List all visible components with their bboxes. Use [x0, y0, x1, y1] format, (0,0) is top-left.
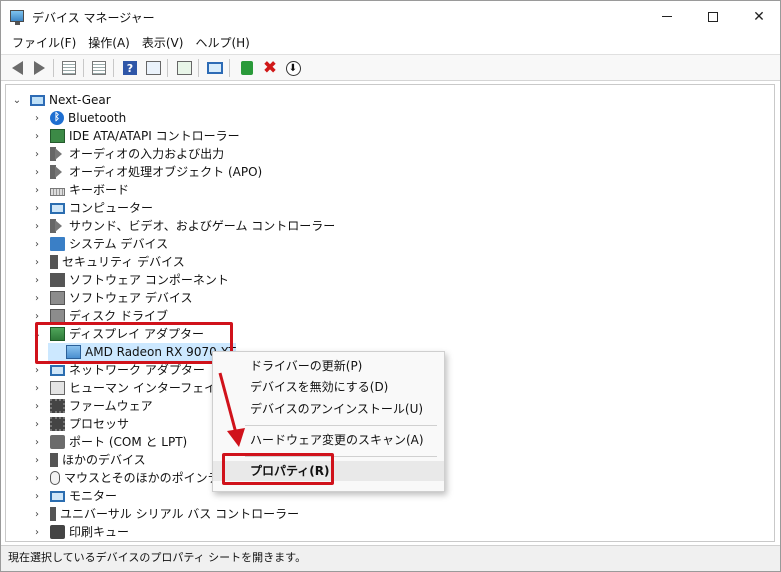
- device-manager-window: デバイス マネージャー ✕ ファイル(F) 操作(A) 表示(V) ヘルプ(H)…: [0, 0, 781, 572]
- annotation-arrow-icon: [218, 372, 245, 447]
- status-bar: 現在選択しているデバイスのプロパティ シートを開きます。: [1, 545, 780, 571]
